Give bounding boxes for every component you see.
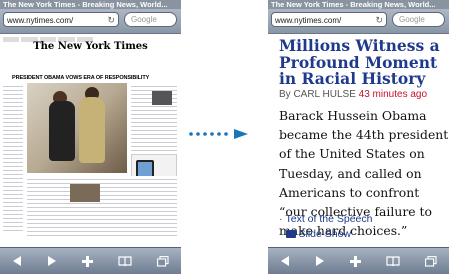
pages-icon[interactable] [424, 255, 437, 267]
right-thumbnail [152, 91, 172, 105]
phone-screen-right: The New York Times - Breaking News, Worl… [268, 0, 449, 274]
bottom-toolbar [268, 247, 449, 274]
forward-arrow-icon[interactable] [315, 256, 325, 266]
news-thumbnail [70, 184, 100, 202]
news-list [27, 176, 177, 238]
book-icon[interactable] [118, 256, 132, 266]
window-title: The New York Times - Breaking News, Worl… [268, 0, 449, 9]
top-headline[interactable]: PRESIDENT OBAMA VOWS ERA OF RESPONSIBILI… [12, 75, 172, 81]
search-field[interactable]: Google [124, 12, 177, 27]
back-arrow-icon[interactable] [280, 256, 290, 266]
search-field[interactable]: Google [392, 12, 445, 27]
photo-figure-1 [49, 101, 75, 161]
byline-author: By CARL HULSE [279, 89, 356, 100]
address-bar: www.nytimes.com/ ↻ Google [0, 9, 181, 34]
pages-icon[interactable] [156, 255, 169, 267]
window-title: The New York Times - Breaking News, Worl… [0, 0, 181, 9]
link-slide-show[interactable]: · Slide Show [279, 228, 447, 240]
url-field[interactable]: www.nytimes.com/ ↻ [3, 12, 119, 27]
link-label: Text of the Speech [285, 213, 373, 225]
dotted-arrow-icon [189, 129, 248, 139]
page-thumbnail[interactable]: The New York Times PRESIDENT OBAMA VOWS … [0, 34, 181, 247]
url-field[interactable]: www.nytimes.com/ ↻ [271, 12, 387, 27]
byline: By CARL HULSE 43 minutes ago [279, 89, 447, 100]
photo-figure-2 [79, 97, 105, 163]
phone-screen-left: The New York Times - Breaking News, Worl… [0, 0, 181, 274]
article-view: Millions Witness a Profound Moment in Ra… [268, 34, 449, 247]
article-headline[interactable]: Millions Witness a Profound Moment in Ra… [279, 37, 447, 88]
plus-icon[interactable] [81, 255, 93, 267]
bullet: · [279, 228, 283, 240]
plus-icon[interactable] [349, 255, 361, 267]
bottom-toolbar [0, 247, 181, 274]
left-column [3, 83, 23, 233]
url-text: www.nytimes.com/ [275, 16, 342, 25]
address-bar: www.nytimes.com/ ↻ Google [268, 9, 449, 34]
lead-photo[interactable] [27, 83, 127, 173]
book-icon[interactable] [386, 256, 400, 266]
back-arrow-icon[interactable] [12, 256, 22, 266]
reload-icon[interactable]: ↻ [372, 14, 383, 26]
byline-time: 43 minutes ago [358, 89, 428, 100]
nyt-masthead: The New York Times [33, 41, 148, 52]
link-text-of-speech[interactable]: · Text of the Speech [279, 213, 447, 225]
camera-icon [285, 230, 296, 238]
link-label: Slide Show [298, 228, 352, 240]
bullet: · [279, 213, 283, 225]
reload-icon[interactable]: ↻ [104, 14, 115, 26]
forward-arrow-icon[interactable] [47, 256, 57, 266]
url-text: www.nytimes.com/ [7, 16, 74, 25]
